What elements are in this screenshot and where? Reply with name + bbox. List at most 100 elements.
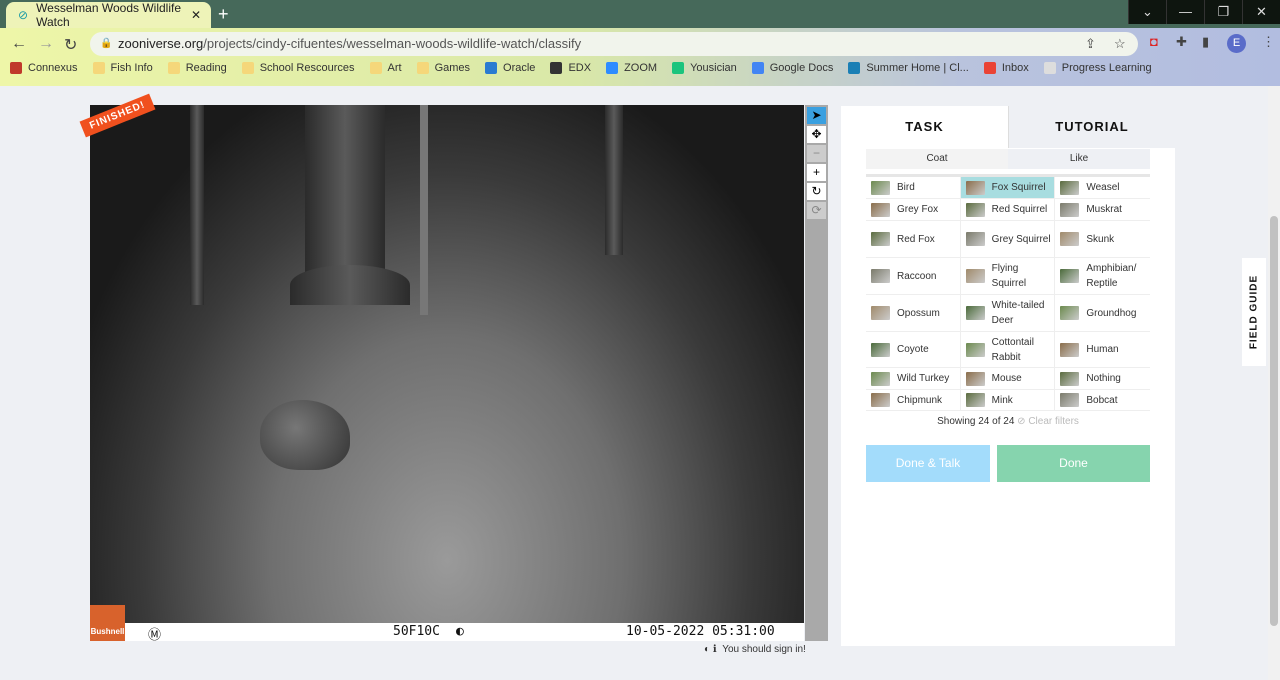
bookmark-item[interactable]: EDX — [550, 62, 591, 74]
url-path: /projects/cindy-cifuentes/wesselman-wood… — [203, 36, 582, 51]
clear-filters-button[interactable]: ⊘ Clear filters — [1017, 416, 1079, 427]
species-thumbnail — [1060, 202, 1080, 217]
bookmark-label: Progress Learning — [1061, 62, 1152, 74]
species-option[interactable]: Flying Squirrel — [961, 258, 1056, 294]
page-scrollbar[interactable] — [1268, 86, 1280, 680]
species-option[interactable]: Grey Fox — [866, 199, 961, 220]
species-option[interactable]: Opossum — [866, 295, 961, 331]
species-option[interactable]: Cottontail Rabbit — [961, 332, 1056, 367]
species-option[interactable]: Muskrat — [1055, 199, 1150, 220]
bookmark-item[interactable]: School Rescources — [241, 62, 355, 74]
close-tab-icon[interactable]: ✕ — [191, 8, 201, 22]
bookmark-item[interactable]: Progress Learning — [1043, 62, 1152, 74]
species-option[interactable]: Human — [1055, 332, 1150, 367]
contrast-icon[interactable]: ◐ — [704, 644, 710, 655]
reload-icon[interactable]: ↻ — [64, 35, 77, 55]
extension-icon[interactable]: ◘ — [1150, 34, 1158, 49]
forward-icon[interactable]: → — [38, 35, 54, 53]
filter-coat[interactable]: Coat — [866, 149, 1008, 169]
zoom-out-icon[interactable]: − — [807, 145, 826, 162]
species-option[interactable]: Mouse — [961, 368, 1056, 389]
pan-icon[interactable]: ✥ — [807, 126, 826, 143]
rotate-icon[interactable]: ↻ — [807, 183, 826, 200]
done-button[interactable]: Done — [997, 445, 1150, 482]
species-option[interactable]: Red Fox — [866, 221, 961, 257]
menu-icon[interactable]: ⋮ — [1262, 34, 1275, 50]
filter-like[interactable]: Like — [1008, 149, 1150, 169]
tree-trunk — [305, 105, 385, 285]
species-label: Nothing — [1086, 373, 1121, 384]
species-option[interactable]: Wild Turkey — [866, 368, 961, 389]
zoom-in-icon[interactable]: + — [807, 164, 826, 181]
bookmark-item[interactable]: Art — [369, 62, 402, 74]
species-option[interactable]: Nothing — [1055, 368, 1150, 389]
species-label: Amphibian/ Reptile — [1086, 263, 1137, 289]
bookmark-icon — [241, 62, 254, 74]
species-row: Grey Fox Red Squirrel Muskrat — [866, 199, 1150, 221]
species-grid: Bird Fox Squirrel Weasel Grey Fox Red Squirr… — [866, 174, 1150, 411]
species-option[interactable]: Bird — [866, 177, 961, 198]
species-label: Skunk — [1086, 233, 1115, 245]
address-bar[interactable]: 🔒 zooniverse.org/projects/cindy-cifuente… — [90, 32, 1138, 56]
species-option[interactable]: Bobcat — [1055, 390, 1150, 410]
subject-image[interactable]: Ⓜ 50F10C ◐ 10-05-2022 05:31:00 Bushnell — [90, 105, 804, 641]
species-option[interactable]: Grey Squirrel — [961, 221, 1056, 257]
info-icon[interactable]: ℹ — [713, 644, 717, 655]
reset-icon[interactable]: ⟳ — [807, 202, 826, 219]
extensions-puzzle-icon[interactable]: ✚ — [1176, 34, 1187, 50]
filter-tabs: Coat Like — [866, 149, 1150, 169]
species-thumbnail — [1060, 232, 1080, 246]
species-option[interactable]: Mink — [961, 390, 1056, 410]
species-option[interactable]: Red Squirrel — [961, 199, 1056, 220]
close-window-icon[interactable]: ✕ — [1242, 0, 1280, 24]
species-option[interactable]: Skunk — [1055, 221, 1150, 257]
species-option[interactable]: Coyote — [866, 332, 961, 367]
bookmark-icon — [672, 62, 685, 74]
species-label: Grey Squirrel — [991, 233, 1051, 245]
done-and-talk-button[interactable]: Done & Talk — [866, 445, 990, 482]
bookmark-item[interactable]: Reading — [167, 62, 227, 74]
viewer-toolbar: ➤ ✥ − + ↻ ⟳ — [805, 105, 828, 641]
maximize-icon[interactable]: ❐ — [1204, 0, 1242, 24]
minimize-icon[interactable]: — — [1166, 0, 1204, 24]
tab-tutorial[interactable]: TUTORIAL — [1008, 106, 1175, 148]
species-option[interactable]: Fox Squirrel — [960, 177, 1056, 198]
field-guide-tab[interactable]: FIELD GUIDE — [1242, 258, 1266, 366]
share-icon[interactable]: ⇪ — [1085, 32, 1096, 56]
species-thumbnail — [871, 269, 890, 283]
bookmark-item[interactable]: Yousician — [672, 62, 737, 74]
pointer-icon[interactable]: ➤ — [807, 107, 826, 124]
moon-phase-icon: ◐ — [456, 624, 464, 639]
species-label: Wild Turkey — [897, 373, 950, 384]
scrollbar-thumb[interactable] — [1270, 216, 1278, 626]
bookmark-item[interactable]: Fish Info — [92, 62, 153, 74]
bookmark-item[interactable]: Oracle — [485, 62, 535, 74]
tab-task[interactable]: TASK — [841, 106, 1008, 148]
new-tab-button[interactable]: + — [218, 4, 229, 25]
species-row: Chipmunk Mink Bobcat — [866, 390, 1150, 411]
bookmark-item[interactable]: Games — [416, 62, 470, 74]
side-panel-icon[interactable]: ▮ — [1202, 34, 1209, 50]
browser-tab[interactable]: ⊘ Wesselman Woods Wildlife Watch ✕ — [6, 1, 211, 29]
species-option[interactable]: Amphibian/ Reptile — [1055, 258, 1150, 294]
species-option[interactable]: Groundhog — [1055, 295, 1150, 331]
sign-in-text[interactable]: You should sign in! — [722, 644, 806, 655]
species-option[interactable]: Weasel — [1055, 177, 1150, 198]
species-thumbnail — [871, 371, 890, 386]
species-label: Groundhog — [1086, 307, 1137, 319]
bookmark-item[interactable]: Summer Home | Cl... — [848, 62, 969, 74]
bookmark-star-icon[interactable]: ☆ — [1114, 32, 1126, 56]
bookmark-item[interactable]: ZOOM — [606, 62, 657, 74]
bookmark-item[interactable]: Google Docs — [751, 62, 833, 74]
bookmark-item[interactable]: Connexus — [10, 62, 78, 74]
species-label: Muskrat — [1086, 204, 1122, 215]
tab-search-icon[interactable]: ⌄ — [1128, 0, 1166, 24]
species-option[interactable]: Raccoon — [866, 258, 961, 294]
bookmark-item[interactable]: Inbox — [983, 62, 1029, 74]
species-label: Coyote — [897, 344, 929, 355]
back-icon[interactable]: ← — [11, 35, 27, 53]
species-option[interactable]: White-tailed Deer — [961, 295, 1056, 331]
profile-avatar[interactable]: E — [1227, 34, 1246, 53]
tree-trunk — [190, 105, 204, 305]
species-option[interactable]: Chipmunk — [866, 390, 961, 410]
